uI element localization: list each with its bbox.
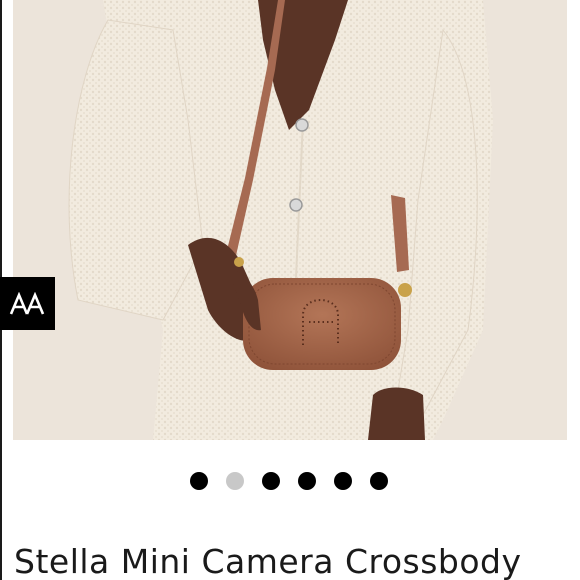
carousel-dot-1[interactable] xyxy=(190,472,208,490)
carousel-dot-5[interactable] xyxy=(334,472,352,490)
product-photo-illustration xyxy=(13,0,567,440)
carousel-dot-2-active[interactable] xyxy=(226,472,244,490)
image-carousel-indicators xyxy=(190,472,388,490)
brand-logo-badge[interactable] xyxy=(0,277,55,330)
product-image[interactable] xyxy=(13,0,567,440)
carousel-dot-3[interactable] xyxy=(262,472,280,490)
product-title: Stella Mini Camera Crossbody xyxy=(14,542,522,580)
carousel-dot-6[interactable] xyxy=(370,472,388,490)
brand-logo-icon xyxy=(9,291,44,315)
carousel-dot-4[interactable] xyxy=(298,472,316,490)
product-page: Stella Mini Camera Crossbody xyxy=(0,0,580,580)
